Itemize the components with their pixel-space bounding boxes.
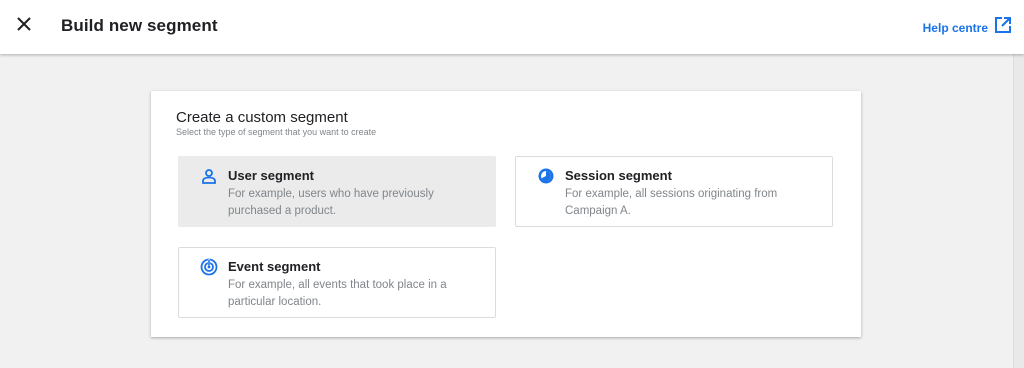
scrollbar[interactable] <box>1013 54 1024 368</box>
card-subtitle: Select the type of segment that you want… <box>176 127 377 137</box>
option-description: For example, users who have previously p… <box>228 188 434 217</box>
card-title: Create a custom segment <box>176 109 348 126</box>
person-icon <box>200 167 218 185</box>
segment-type-card: Create a custom segment Select the type … <box>151 91 861 337</box>
option-title: Session segment <box>565 168 672 183</box>
open-in-new-icon <box>994 16 1012 39</box>
session-segment-option[interactable]: Session segment For example, all session… <box>515 156 833 227</box>
option-title: Event segment <box>228 259 321 274</box>
help-centre-label: Help centre <box>922 20 988 35</box>
option-description: For example, all events that took place … <box>228 279 447 308</box>
top-app-bar: Build new segment Help centre <box>0 0 1024 54</box>
page-title: Build new segment <box>61 16 218 35</box>
close-button[interactable] <box>12 14 36 38</box>
event-segment-option[interactable]: Event segment For example, all events th… <box>178 247 496 318</box>
user-segment-option[interactable]: User segment For example, users who have… <box>178 156 496 227</box>
close-icon <box>17 16 31 36</box>
help-centre-link[interactable]: Help centre <box>923 16 1012 39</box>
session-icon <box>537 167 555 185</box>
event-icon <box>200 258 218 276</box>
option-title: User segment <box>228 168 314 183</box>
option-description: For example, all sessions originating fr… <box>565 188 778 217</box>
